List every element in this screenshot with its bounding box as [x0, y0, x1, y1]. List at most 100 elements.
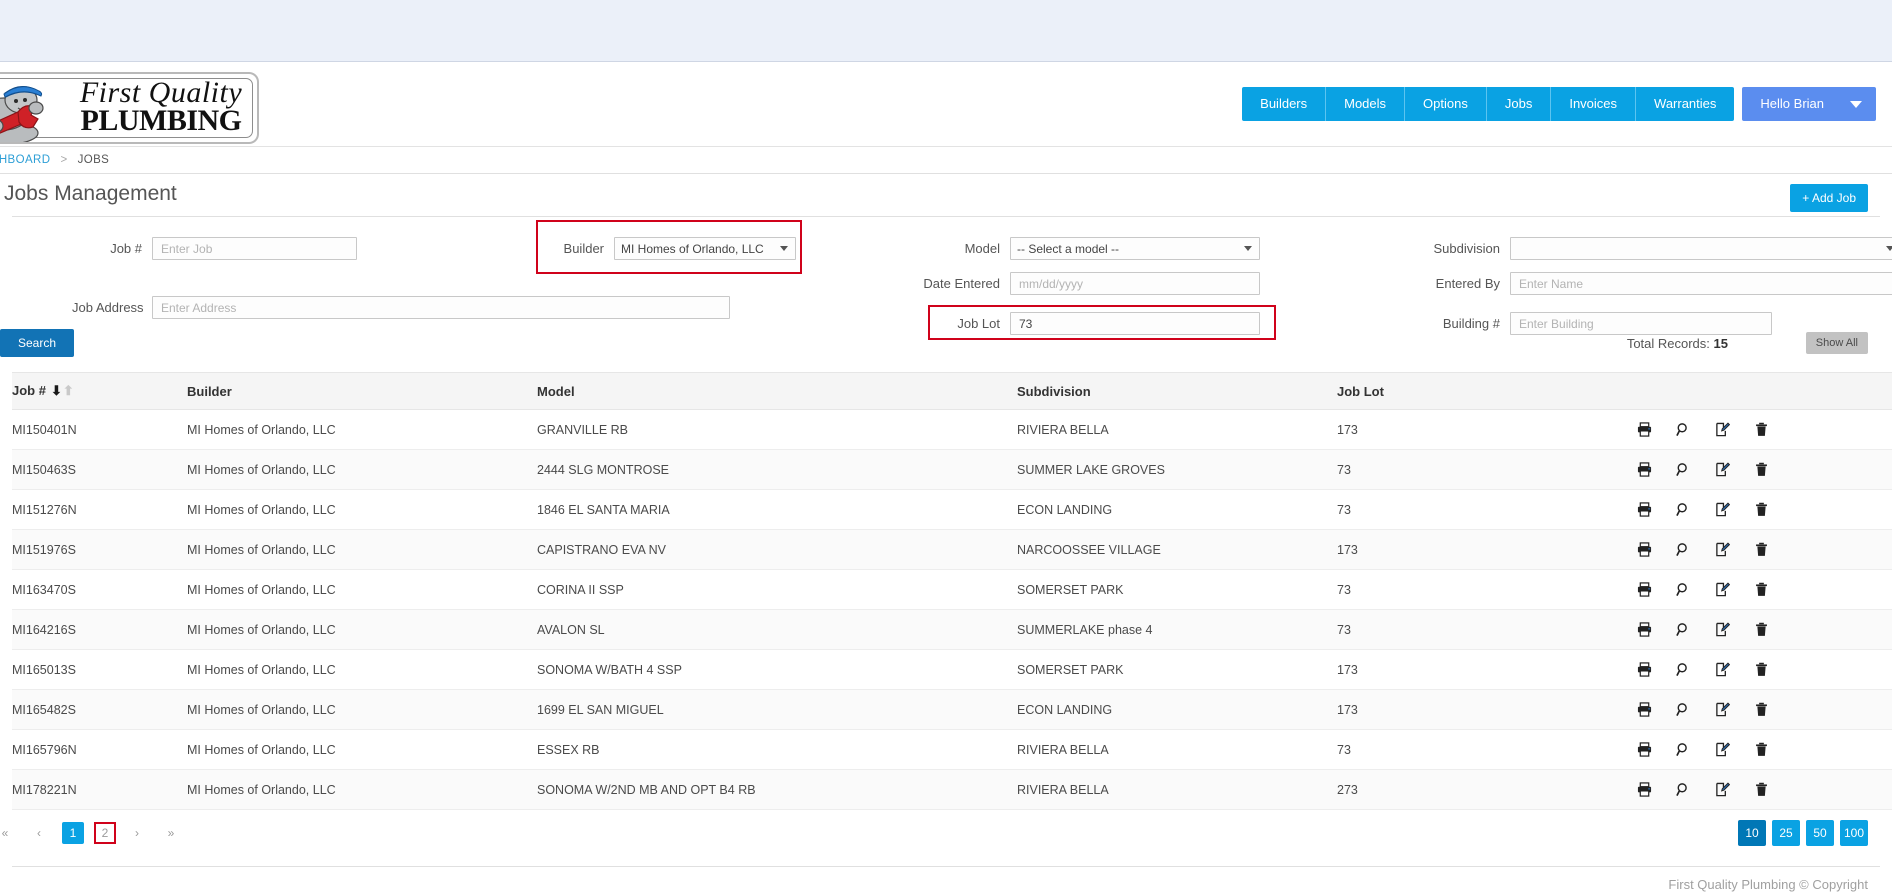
print-icon[interactable]: [1637, 582, 1652, 597]
page-size-25[interactable]: 25: [1772, 820, 1800, 846]
edit-icon[interactable]: [1715, 422, 1731, 437]
nav-item-builders[interactable]: Builders: [1242, 87, 1327, 121]
field-date-entered: Date Entered: [884, 272, 1260, 295]
delete-icon[interactable]: [1754, 742, 1769, 757]
cell-actions: [1637, 729, 1892, 770]
entered-by-input[interactable]: [1510, 272, 1892, 295]
breadcrumb-dashboard-link[interactable]: DASHBOARD: [0, 154, 50, 166]
date-entered-input[interactable]: [1010, 272, 1260, 295]
delete-icon[interactable]: [1754, 542, 1769, 557]
print-icon[interactable]: [1637, 622, 1652, 637]
search-button[interactable]: Search: [0, 329, 75, 357]
label-job-number: Job #: [110, 241, 142, 256]
delete-icon[interactable]: [1754, 782, 1769, 797]
cell-builder: MI Homes of Orlando, LLC: [187, 569, 537, 610]
print-icon[interactable]: [1637, 662, 1652, 677]
table-row[interactable]: MI165482S MI Homes of Orlando, LLC 1699 EL…: [12, 689, 1892, 730]
table-row[interactable]: MI178221N MI Homes of Orlando, LLC SONOMA …: [12, 769, 1892, 810]
view-icon[interactable]: [1676, 622, 1691, 637]
cell-job-number: MI150401N: [12, 409, 187, 450]
page-size-50[interactable]: 50: [1806, 820, 1834, 846]
cell-actions: [1637, 609, 1892, 650]
pagination-prev[interactable]: ‹: [28, 822, 50, 844]
print-icon[interactable]: [1637, 462, 1652, 477]
nav-item-jobs[interactable]: Jobs: [1487, 87, 1552, 121]
cell-actions: [1637, 529, 1892, 570]
delete-icon[interactable]: [1754, 462, 1769, 477]
delete-icon[interactable]: [1754, 502, 1769, 517]
edit-icon[interactable]: [1715, 582, 1731, 597]
builder-select[interactable]: MI Homes of Orlando, LLC: [614, 237, 796, 260]
pagination-page-1[interactable]: 1: [62, 822, 84, 844]
cell-actions: [1637, 769, 1892, 810]
print-icon[interactable]: [1637, 542, 1652, 557]
nav-item-options[interactable]: Options: [1405, 87, 1487, 121]
pagination-first[interactable]: «: [0, 822, 16, 844]
edit-icon[interactable]: [1715, 782, 1731, 797]
edit-icon[interactable]: [1715, 702, 1731, 717]
table-row[interactable]: MI151276N MI Homes of Orlando, LLC 1846 EL…: [12, 489, 1892, 530]
column-header-subdivision[interactable]: Subdivision: [1017, 372, 1337, 410]
delete-icon[interactable]: [1754, 622, 1769, 637]
delete-icon[interactable]: [1754, 582, 1769, 597]
print-icon[interactable]: [1637, 782, 1652, 797]
delete-icon[interactable]: [1754, 662, 1769, 677]
view-icon[interactable]: [1676, 742, 1691, 757]
table-row[interactable]: MI164216S MI Homes of Orlando, LLC AVALON …: [12, 609, 1892, 650]
column-header-model[interactable]: Model: [537, 372, 1017, 410]
view-icon[interactable]: [1676, 462, 1691, 477]
show-all-button[interactable]: Show All: [1805, 332, 1868, 354]
nav-item-invoices[interactable]: Invoices: [1551, 87, 1637, 121]
table-header-row: Job # ⬇⬆ Builder Model Subdivision Job Lo…: [12, 372, 1892, 410]
print-icon[interactable]: [1637, 742, 1652, 757]
cell-model: ESSEX RB: [537, 729, 1017, 770]
table-row[interactable]: MI150401N MI Homes of Orlando, LLC GRANVIL…: [12, 409, 1892, 450]
pagination-last[interactable]: »: [160, 822, 182, 844]
view-icon[interactable]: [1676, 422, 1691, 437]
edit-icon[interactable]: [1715, 502, 1731, 517]
delete-icon[interactable]: [1754, 422, 1769, 437]
view-icon[interactable]: [1676, 782, 1691, 797]
table-row[interactable]: MI165796N MI Homes of Orlando, LLC ESSEX R…: [12, 729, 1892, 770]
page-size-10[interactable]: 10: [1738, 820, 1766, 846]
edit-icon[interactable]: [1715, 622, 1731, 637]
company-logo[interactable]: First Quality PLUMBING: [0, 72, 259, 144]
page-size-100[interactable]: 100: [1840, 820, 1868, 846]
view-icon[interactable]: [1676, 702, 1691, 717]
nav-item-models[interactable]: Models: [1326, 87, 1406, 121]
pagination-page-2[interactable]: 2: [94, 822, 116, 844]
nav-item-warranties[interactable]: Warranties: [1636, 87, 1734, 121]
label-subdivision: Subdivision: [1433, 241, 1501, 256]
column-header-actions: [1637, 372, 1892, 410]
job-number-input[interactable]: [152, 237, 357, 260]
subdivision-select[interactable]: [1510, 237, 1892, 260]
table-row[interactable]: MI151976S MI Homes of Orlando, LLC CAPISTR…: [12, 529, 1892, 570]
model-select[interactable]: -- Select a model --: [1010, 237, 1260, 260]
job-address-input[interactable]: [152, 296, 730, 319]
sort-arrows-icon[interactable]: ⬇⬆: [51, 383, 75, 399]
jobs-results-table: Job # ⬇⬆ Builder Model Subdivision Job Lo…: [12, 372, 1892, 810]
delete-icon[interactable]: [1754, 702, 1769, 717]
table-row[interactable]: MI150463S MI Homes of Orlando, LLC 2444 SL…: [12, 449, 1892, 490]
view-icon[interactable]: [1676, 502, 1691, 517]
table-row[interactable]: MI165013S MI Homes of Orlando, LLC SONOMA …: [12, 649, 1892, 690]
table-body: MI150401N MI Homes of Orlando, LLC GRANVIL…: [12, 409, 1892, 810]
user-menu-button[interactable]: Hello Brian: [1742, 87, 1876, 121]
pagination-next[interactable]: ›: [126, 822, 148, 844]
view-icon[interactable]: [1676, 582, 1691, 597]
column-header-job-number[interactable]: Job # ⬇⬆: [12, 372, 187, 410]
edit-icon[interactable]: [1715, 462, 1731, 477]
edit-icon[interactable]: [1715, 662, 1731, 677]
print-icon[interactable]: [1637, 422, 1652, 437]
add-job-button[interactable]: + Add Job: [1790, 184, 1868, 212]
print-icon[interactable]: [1637, 502, 1652, 517]
print-icon[interactable]: [1637, 702, 1652, 717]
label-builder: Builder: [563, 241, 604, 256]
view-icon[interactable]: [1676, 542, 1691, 557]
column-header-job-lot[interactable]: Job Lot: [1337, 372, 1637, 410]
view-icon[interactable]: [1676, 662, 1691, 677]
edit-icon[interactable]: [1715, 742, 1731, 757]
column-header-builder[interactable]: Builder: [187, 372, 537, 410]
edit-icon[interactable]: [1715, 542, 1731, 557]
table-row[interactable]: MI163470S MI Homes of Orlando, LLC CORINA …: [12, 569, 1892, 610]
